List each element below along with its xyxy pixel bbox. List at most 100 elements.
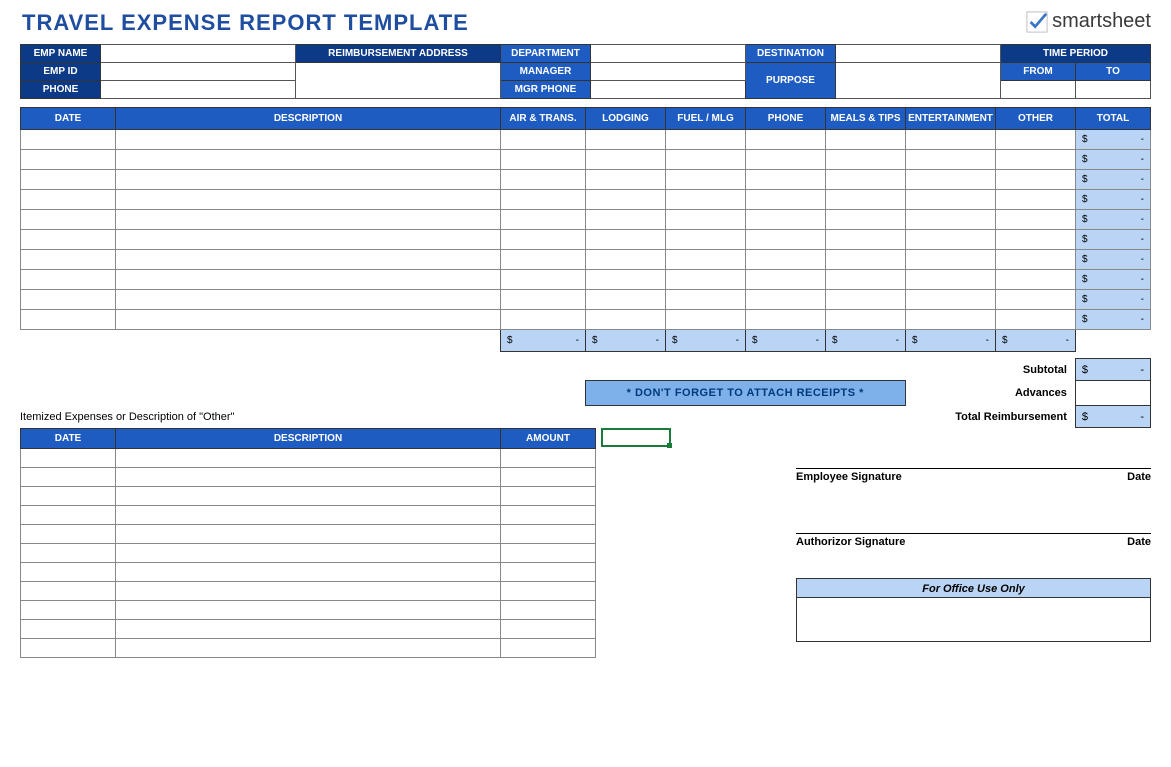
expense-cell[interactable] [501,190,586,210]
itemized-cell[interactable] [501,468,596,487]
expense-cell[interactable] [501,290,586,310]
employee-signature-line[interactable]: Employee Signature Date [796,468,1151,483]
expense-cell[interactable] [826,250,906,270]
itemized-cell[interactable] [116,563,501,582]
itemized-cell[interactable] [116,582,501,601]
expense-cell[interactable] [906,310,996,330]
expense-cell[interactable] [826,290,906,310]
field-manager[interactable] [591,63,746,81]
expense-cell[interactable] [666,270,746,290]
expense-cell[interactable] [996,210,1076,230]
value-advances[interactable] [1075,381,1150,406]
expense-cell[interactable] [996,250,1076,270]
itemized-cell[interactable] [116,620,501,639]
office-use-body[interactable] [796,598,1151,642]
expense-cell[interactable] [586,310,666,330]
itemized-cell[interactable] [21,544,116,563]
itemized-cell[interactable] [21,563,116,582]
field-emp-name[interactable] [101,45,296,63]
expense-cell[interactable] [116,310,501,330]
expense-cell[interactable] [666,230,746,250]
expense-cell[interactable] [746,290,826,310]
itemized-cell[interactable] [21,468,116,487]
expense-cell[interactable] [666,150,746,170]
expense-cell[interactable] [996,230,1076,250]
expense-cell[interactable] [21,270,116,290]
expense-cell[interactable] [666,210,746,230]
expense-cell[interactable] [501,130,586,150]
expense-cell[interactable] [586,230,666,250]
itemized-cell[interactable] [501,639,596,658]
expense-cell[interactable] [996,150,1076,170]
expense-cell[interactable] [996,130,1076,150]
expense-cell[interactable] [666,310,746,330]
expense-cell[interactable] [501,210,586,230]
expense-cell[interactable] [586,290,666,310]
expense-cell[interactable] [826,150,906,170]
expense-cell[interactable] [501,170,586,190]
expense-cell[interactable] [906,250,996,270]
expense-cell[interactable] [746,250,826,270]
expense-cell[interactable] [666,130,746,150]
field-reimb-addr[interactable] [296,63,501,99]
itemized-cell[interactable] [116,525,501,544]
expense-cell[interactable] [116,150,501,170]
expense-cell[interactable] [996,190,1076,210]
expense-cell[interactable] [116,290,501,310]
expense-cell[interactable] [586,150,666,170]
expense-cell[interactable] [501,270,586,290]
expense-cell[interactable] [746,310,826,330]
expense-cell[interactable] [21,210,116,230]
itemized-cell[interactable] [21,449,116,468]
authorizor-signature-line[interactable]: Authorizor Signature Date [796,533,1151,548]
itemized-cell[interactable] [501,620,596,639]
expense-cell[interactable] [116,130,501,150]
itemized-cell[interactable] [501,525,596,544]
expense-cell[interactable] [586,190,666,210]
expense-cell[interactable] [826,170,906,190]
expense-cell[interactable] [906,150,996,170]
expense-cell[interactable] [21,310,116,330]
expense-cell[interactable] [21,290,116,310]
expense-cell[interactable] [906,270,996,290]
itemized-cell[interactable] [21,620,116,639]
field-from[interactable] [1001,81,1076,99]
itemized-cell[interactable] [116,449,501,468]
expense-cell[interactable] [116,190,501,210]
expense-cell[interactable] [996,290,1076,310]
expense-cell[interactable] [501,310,586,330]
expense-cell[interactable] [906,170,996,190]
expense-cell[interactable] [666,190,746,210]
itemized-cell[interactable] [21,639,116,658]
expense-cell[interactable] [906,130,996,150]
itemized-cell[interactable] [116,506,501,525]
expense-cell[interactable] [746,270,826,290]
expense-cell[interactable] [586,170,666,190]
itemized-cell[interactable] [501,582,596,601]
expense-cell[interactable] [116,170,501,190]
itemized-cell[interactable] [501,563,596,582]
expense-cell[interactable] [826,130,906,150]
itemized-cell[interactable] [116,544,501,563]
expense-cell[interactable] [826,310,906,330]
field-phone[interactable] [101,81,296,99]
itemized-cell[interactable] [501,601,596,620]
expense-cell[interactable] [826,210,906,230]
expense-cell[interactable] [996,270,1076,290]
expense-cell[interactable] [906,230,996,250]
expense-cell[interactable] [996,310,1076,330]
expense-cell[interactable] [586,210,666,230]
field-purpose[interactable] [836,63,1001,99]
expense-cell[interactable] [746,170,826,190]
expense-cell[interactable] [666,250,746,270]
expense-cell[interactable] [826,270,906,290]
active-cell-cursor[interactable] [601,428,671,447]
expense-cell[interactable] [21,170,116,190]
expense-cell[interactable] [906,290,996,310]
expense-cell[interactable] [21,250,116,270]
expense-cell[interactable] [906,210,996,230]
expense-cell[interactable] [586,130,666,150]
expense-cell[interactable] [996,170,1076,190]
expense-cell[interactable] [116,250,501,270]
field-emp-id[interactable] [101,63,296,81]
